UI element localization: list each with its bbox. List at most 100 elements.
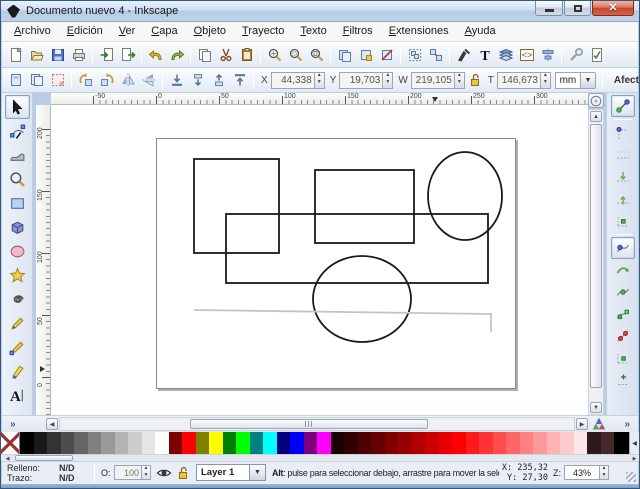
select-all-layers-button[interactable] (26, 70, 47, 91)
lower-to-bottom-button[interactable] (166, 70, 187, 91)
color-swatch[interactable] (88, 432, 102, 454)
shape-polyline[interactable] (194, 310, 491, 332)
snap-to-paths-button[interactable] (611, 259, 635, 281)
color-swatch[interactable] (425, 432, 439, 454)
align-dialog-button[interactable] (537, 44, 558, 65)
color-swatch[interactable] (223, 432, 237, 454)
copy-button[interactable] (194, 44, 215, 65)
xml-editor-button[interactable]: <> (516, 44, 537, 65)
field-spinner[interactable]: ▲▼ (541, 72, 551, 89)
swatch-none[interactable] (1, 432, 20, 454)
color-swatch[interactable] (142, 432, 156, 454)
color-swatch[interactable] (155, 432, 169, 454)
rotate-ccw-button[interactable] (75, 70, 96, 91)
select-all-button[interactable] (5, 70, 26, 91)
open-document-button[interactable] (26, 44, 47, 65)
ungroup-button[interactable] (425, 44, 446, 65)
snap-object-centers-button[interactable] (611, 369, 635, 391)
menu-extensiones[interactable]: Extensiones (381, 22, 457, 41)
color-swatch[interactable] (290, 432, 304, 454)
layer-dropdown-button[interactable]: ▼ (250, 464, 266, 481)
flip-vertical-button[interactable] (138, 70, 159, 91)
color-swatch[interactable] (277, 432, 291, 454)
menu-capa[interactable]: Capa (143, 22, 185, 41)
zoom-tool-button[interactable] (5, 167, 30, 191)
paste-button[interactable] (236, 44, 257, 65)
horizontal-ruler[interactable]: -50050100150200250300350 (51, 93, 588, 105)
opacity-spinner[interactable]: ▲▼ (142, 465, 151, 480)
scroll-down-arrow[interactable]: ▼ (590, 402, 602, 413)
color-swatch[interactable] (385, 432, 399, 454)
palette-scrollbar[interactable]: ◀ ▶ (1, 454, 640, 461)
color-swatch[interactable] (547, 432, 561, 454)
menu-archivo[interactable]: Archivo (6, 22, 59, 41)
color-swatch[interactable] (250, 432, 264, 454)
menu-filtros[interactable]: Filtros (335, 22, 381, 41)
raise-button[interactable] (208, 70, 229, 91)
color-swatch[interactable] (452, 432, 466, 454)
color-swatch[interactable] (317, 432, 331, 454)
field-input[interactable]: 219,105 (411, 72, 455, 89)
field-input[interactable]: 44,338 (271, 72, 315, 89)
lock-ratio-button[interactable] (466, 70, 484, 91)
raise-to-top-button[interactable] (229, 70, 250, 91)
cut-button[interactable] (215, 44, 236, 65)
scroll-left-arrow[interactable]: ◀ (46, 418, 58, 430)
color-swatch[interactable] (533, 432, 547, 454)
color-swatch[interactable] (236, 432, 250, 454)
color-swatch[interactable] (331, 432, 345, 454)
redo-button[interactable] (166, 44, 187, 65)
field-spinner[interactable]: ▲▼ (455, 72, 465, 89)
color-swatch[interactable] (304, 432, 318, 454)
color-swatch[interactable] (101, 432, 115, 454)
snap-bbox-centers-button[interactable] (611, 210, 635, 232)
preferences-button[interactable] (565, 44, 586, 65)
snap-bbox-button[interactable] (611, 122, 635, 144)
color-swatch[interactable] (34, 432, 48, 454)
color-swatch[interactable] (398, 432, 412, 454)
zoom-page-button[interactable] (306, 44, 327, 65)
snap-bbox-edge-midpoints-button[interactable] (611, 188, 635, 210)
color-swatch[interactable] (20, 432, 34, 454)
node-tool-button[interactable] (5, 119, 30, 143)
layer-selector[interactable]: Layer 1 (196, 464, 250, 481)
titlebar[interactable]: Documento nuevo 4 - Inkscape ✕ (1, 1, 639, 22)
menu-ayuda[interactable]: Ayuda (457, 22, 504, 41)
color-swatch[interactable] (371, 432, 385, 454)
snap-cusp-nodes-button[interactable] (611, 303, 635, 325)
color-swatch[interactable] (115, 432, 129, 454)
canvas-viewport[interactable] (51, 105, 588, 415)
layer-lock-toggle[interactable] (175, 465, 191, 481)
color-swatch[interactable] (506, 432, 520, 454)
horizontal-scrollbar[interactable] (59, 417, 575, 431)
field-input[interactable]: 146,673 (497, 72, 541, 89)
zoom-spinner[interactable]: ▲▼ (600, 465, 609, 480)
field-spinner[interactable]: ▲▼ (315, 72, 325, 89)
unlink-clone-button[interactable] (376, 44, 397, 65)
ellipse-tool-button[interactable] (5, 239, 30, 263)
vertical-scroll-thumb[interactable] (590, 124, 602, 388)
color-swatch[interactable] (209, 432, 223, 454)
box3d-tool-button[interactable] (5, 215, 30, 239)
snap-bbox-edges-button[interactable] (611, 144, 635, 166)
toolbox-overflow-chevron[interactable]: » (10, 419, 16, 430)
star-tool-button[interactable] (5, 263, 30, 287)
snap-smooth-nodes-button[interactable] (611, 325, 635, 347)
snap-enable-button[interactable] (611, 95, 635, 117)
snap-path-intersections-button[interactable] (611, 281, 635, 303)
color-swatch[interactable] (479, 432, 493, 454)
scroll-right-arrow[interactable]: ▶ (576, 418, 588, 430)
window-resize-grip[interactable] (626, 472, 636, 482)
color-swatch[interactable] (182, 432, 196, 454)
color-swatch[interactable] (344, 432, 358, 454)
shape-rect[interactable] (226, 214, 488, 283)
rectangle-tool-button[interactable] (5, 191, 30, 215)
minimize-button[interactable] (535, 1, 563, 16)
color-swatch[interactable] (263, 432, 277, 454)
drawing-shapes[interactable] (51, 105, 588, 415)
print-document-button[interactable] (68, 44, 89, 65)
group-button[interactable] (404, 44, 425, 65)
snapbar-overflow-chevron[interactable]: » (624, 419, 630, 430)
layers-dialog-button[interactable] (495, 44, 516, 65)
ruler-corner-button[interactable] (588, 93, 604, 108)
